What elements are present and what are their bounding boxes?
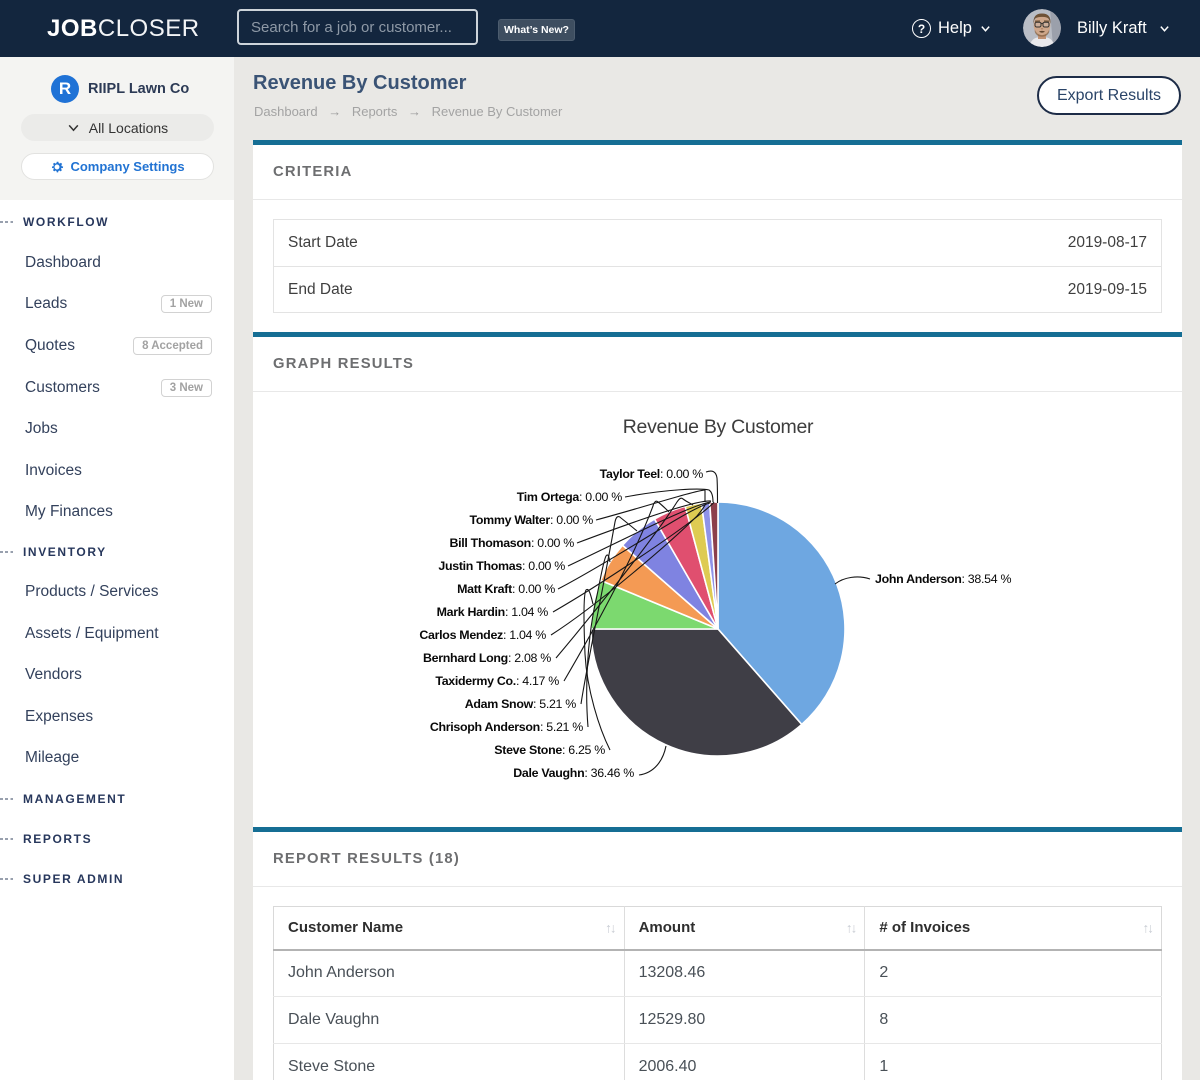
svg-text:Tommy Walter: 0.00 %: Tommy Walter: 0.00 %: [470, 513, 594, 527]
svg-text:Revenue By Customer: Revenue By Customer: [623, 416, 814, 438]
svg-text:Justin Thomas: 0.00 %: Justin Thomas: 0.00 %: [438, 559, 565, 573]
svg-text:Chrisoph Anderson: 5.21 %: Chrisoph Anderson: 5.21 %: [430, 720, 583, 734]
svg-text:Mark Hardin: 1.04 %: Mark Hardin: 1.04 %: [437, 605, 549, 619]
svg-text:Tim Ortega: 0.00 %: Tim Ortega: 0.00 %: [517, 490, 623, 504]
svg-text:Steve Stone: 6.25 %: Steve Stone: 6.25 %: [494, 743, 605, 757]
svg-text:Dale Vaughn: 36.46 %: Dale Vaughn: 36.46 %: [513, 766, 634, 780]
svg-text:Carlos Mendez: 1.04 %: Carlos Mendez: 1.04 %: [419, 628, 546, 642]
svg-text:John Anderson: 38.54 %: John Anderson: 38.54 %: [875, 572, 1011, 586]
svg-text:Matt Kraft: 0.00 %: Matt Kraft: 0.00 %: [457, 582, 555, 596]
svg-text:Bill Thomason: 0.00 %: Bill Thomason: 0.00 %: [449, 536, 574, 550]
svg-text:Taylor Teel: 0.00 %: Taylor Teel: 0.00 %: [600, 467, 704, 481]
svg-text:Bernhard Long: 2.08 %: Bernhard Long: 2.08 %: [423, 651, 551, 665]
svg-text:Taxidermy Co.: 4.17 %: Taxidermy Co.: 4.17 %: [435, 674, 559, 688]
svg-text:Adam Snow: 5.21 %: Adam Snow: 5.21 %: [465, 697, 577, 711]
